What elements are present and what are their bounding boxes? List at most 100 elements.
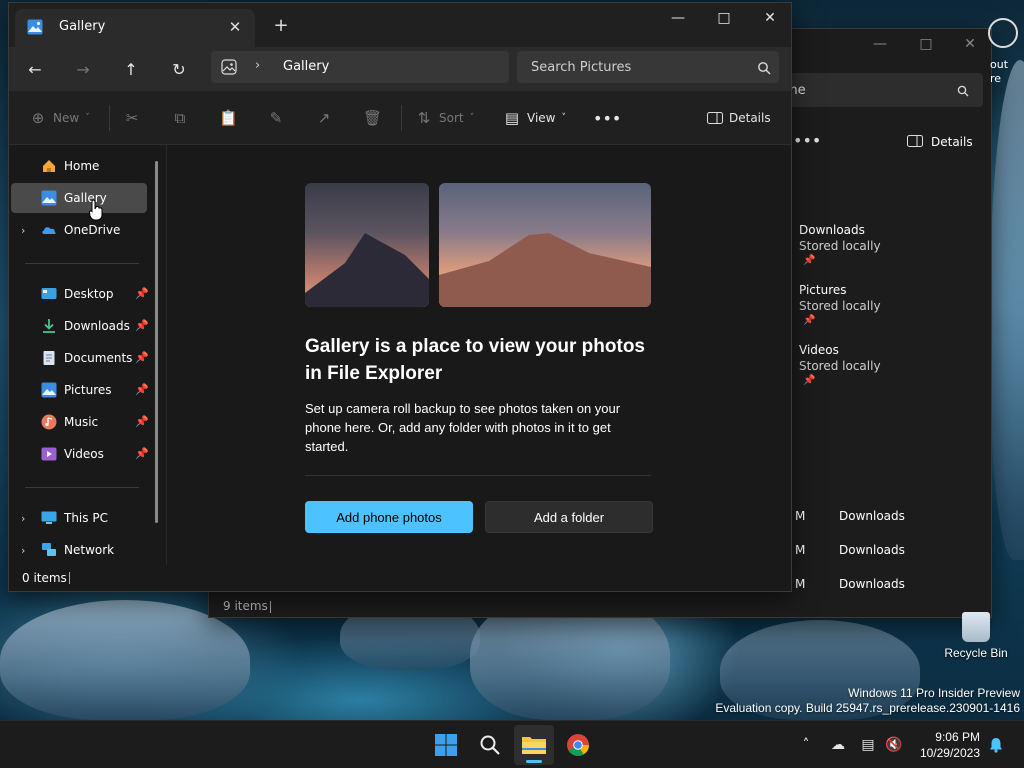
monitor-icon: ▤ [504,109,520,127]
sidebar-item-onedrive[interactable]: › OneDrive [11,215,147,245]
search-input[interactable] [517,51,779,83]
folder-icon [522,737,546,754]
rename-button[interactable]: ✎ [267,105,285,131]
notification-bell-icon[interactable] [986,735,1006,755]
sidebar-item-downloads[interactable]: Downloads 📌 [11,311,149,341]
pin-icon: 📌 [803,315,816,326]
taskbar: ˄ ☁ ▤ 🔇 9:06 PM 10/29/2023 [0,720,1024,768]
details-button[interactable]: Details [707,105,771,131]
bg-quick-access-name[interactable]: Downloads [799,223,865,237]
add-folder-button[interactable]: Add a folder [485,501,653,533]
copy-button[interactable]: ⧉ [171,105,189,131]
titlebar: Gallery ✕ + — □ ✕ [9,3,791,47]
pin-icon[interactable]: 📌 [135,415,149,428]
more-options-button[interactable]: ••• [593,105,621,131]
refresh-button[interactable]: ↻ [163,53,195,85]
bell-icon [990,738,1002,753]
chevron-right-icon[interactable]: › [21,512,25,525]
status-item-count: 0 items [22,571,67,585]
add-phone-photos-button[interactable]: Add phone photos [305,501,473,533]
video-icon [41,447,57,461]
cut-button[interactable]: ✂ [123,105,141,131]
bg-recent-location[interactable]: Downloads [839,543,905,557]
sidebar-item-pictures[interactable]: Pictures 📌 [11,375,149,405]
bg-recent-time: M [795,577,806,591]
bg-quick-access-name[interactable]: Pictures [799,283,847,297]
volume-muted-icon[interactable]: 🔇 [884,735,904,755]
sidebar-item-music[interactable]: Music 📌 [11,407,149,437]
pin-icon[interactable]: 📌 [135,351,149,364]
chevron-right-icon[interactable]: › [255,58,260,73]
view-button[interactable]: ▤ View ˅ [503,105,566,131]
cloud-sync-icon[interactable]: ☁ [828,735,848,755]
tab-gallery[interactable]: Gallery ✕ [15,9,255,47]
chevron-down-icon: ˅ [469,113,475,123]
mountain-silhouette [305,233,429,307]
sidebar-divider [25,263,139,264]
share-button[interactable]: ↗ [315,105,333,131]
close-tab-icon[interactable]: ✕ [221,13,249,41]
bg-recent-location[interactable]: Downloads [839,509,905,523]
up-button[interactable]: ↑ [115,53,147,85]
paste-button[interactable]: 📋 [219,105,238,131]
details-label: Details [729,111,771,125]
clock-time: 9:06 PM [935,730,980,744]
gallery-icon [221,59,237,75]
sort-label: Sort [439,111,464,125]
search-icon[interactable] [757,61,771,75]
sidebar-scrollbar[interactable] [155,161,158,523]
sidebar-item-documents[interactable]: Documents 📌 [11,343,149,373]
computer-icon [41,511,57,524]
address-bar[interactable]: › Gallery [211,51,509,83]
monitor-icon[interactable]: ▤ [858,735,878,755]
pin-icon[interactable]: 📌 [135,447,149,460]
recycle-bin-shortcut[interactable]: Recycle Bin [944,612,1008,660]
sidebar-item-home[interactable]: Home [11,151,147,181]
back-button[interactable]: ← [19,53,51,85]
sort-button[interactable]: ⇅ Sort ˅ [415,105,474,131]
address-location[interactable]: Gallery [283,59,329,74]
empty-state-heading: Gallery is a place to view your photos i… [305,336,645,384]
sidebar-label: Home [64,159,100,173]
sidebar-item-desktop[interactable]: Desktop 📌 [11,279,149,309]
sidebar-item-videos[interactable]: Videos 📌 [11,439,149,469]
taskbar-chrome[interactable] [558,725,598,765]
pin-icon[interactable]: 📌 [135,383,149,396]
maximize-button[interactable]: □ [701,3,747,33]
start-button[interactable] [426,725,466,765]
pin-icon[interactable]: 📌 [135,287,149,300]
chevron-right-icon[interactable]: › [21,544,25,557]
gallery-icon [41,190,57,206]
taskbar-clock[interactable]: 9:06 PM 10/29/2023 [918,729,980,761]
taskbar-search-button[interactable] [470,725,510,765]
bg-recent-location[interactable]: Downloads [839,577,905,591]
recycle-bin-icon [962,612,990,642]
pin-icon[interactable]: 📌 [135,319,149,332]
bg-more-icon[interactable]: ••• [793,131,821,150]
sidebar-item-network[interactable]: › Network [11,535,147,565]
chevron-right-icon[interactable]: › [21,224,25,237]
sort-icon: ⇅ [417,109,431,127]
recycle-bin-label: Recycle Bin [944,646,1008,660]
wallpaper-rock [990,60,1024,560]
sidebar-item-gallery[interactable]: Gallery [11,183,147,213]
close-button[interactable]: ✕ [747,3,793,33]
sample-photo [439,183,651,307]
bg-minimize-button[interactable]: — [857,29,903,59]
forward-button[interactable]: → [67,53,99,85]
bg-maximize-button[interactable]: □ [903,29,949,59]
bg-close-button[interactable]: ✕ [947,29,993,59]
bg-quick-access-name[interactable]: Videos [799,343,839,357]
new-button[interactable]: ⊕ New ˅ [29,105,90,131]
new-tab-button[interactable]: + [267,11,295,39]
windows-watermark: Windows 11 Pro Insider Preview Evaluatio… [715,686,1020,716]
taskbar-file-explorer[interactable] [514,725,554,765]
sidebar-label: Videos [64,447,104,461]
gallery-explorer-window[interactable]: Gallery ✕ + — □ ✕ ← → ↑ ↻ › Gallery ⊕ [8,2,792,592]
delete-button[interactable]: 🗑 [363,105,382,131]
bg-details-button[interactable]: Details [931,135,973,149]
minimize-button[interactable]: — [655,3,701,33]
chevron-up-icon[interactable]: ˄ [796,735,816,755]
sidebar-item-this-pc[interactable]: › This PC [11,503,147,533]
empty-state-description: Set up camera roll backup to see photos … [305,401,621,454]
